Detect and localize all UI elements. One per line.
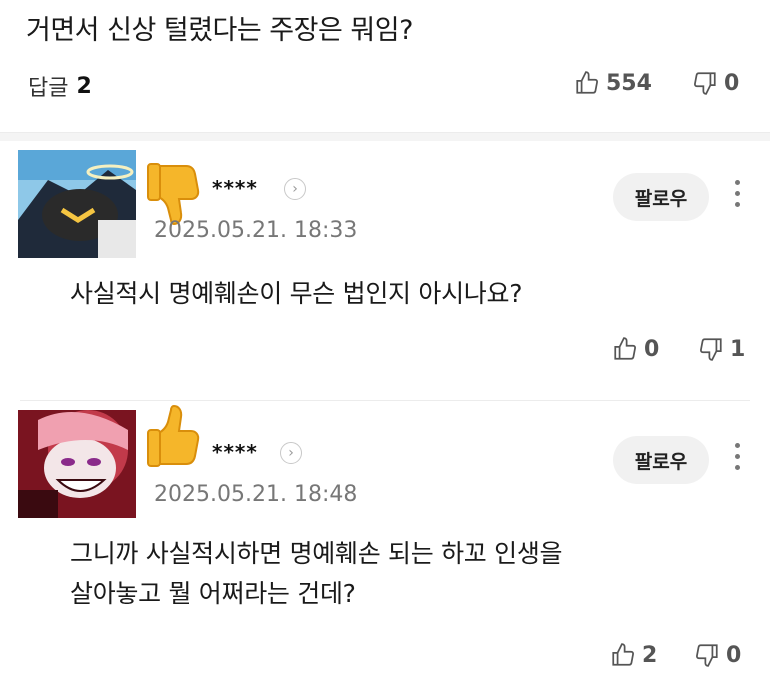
- thumbs-up-outline-icon: [576, 71, 598, 94]
- comment-text-line: 살아놓고 뭘 어쩌라는 건데?: [70, 579, 356, 608]
- reply-divider: [20, 400, 750, 401]
- username[interactable]: ****: [212, 176, 258, 200]
- follow-button[interactable]: 팔로우: [613, 436, 709, 484]
- more-options-icon[interactable]: [733, 180, 741, 207]
- comment-date: 2025.05.21. 18:48: [154, 482, 358, 507]
- reply-label: 답글: [28, 76, 69, 101]
- comment-text-line: 그니까 사실적시하면 명예훼손 되는 하꼬 인생을: [70, 539, 563, 568]
- thumbs-down-outline-icon: [694, 72, 716, 95]
- thumbs-down-outline-icon: [696, 644, 718, 667]
- like-button[interactable]: 2: [610, 642, 657, 668]
- dislike-button[interactable]: 0: [694, 642, 741, 668]
- thumbs-up-outline-icon: [612, 643, 634, 666]
- comment-text: 그니까 사실적시하면 명예훼손 되는 하꼬 인생을 살아놓고 뭘 어쩌라는 건데…: [70, 534, 563, 614]
- thumbs-down-outline-icon: [700, 338, 722, 361]
- thumbs-up-outline-icon: [614, 337, 636, 360]
- like-button[interactable]: 0: [612, 336, 659, 362]
- more-options-icon[interactable]: [733, 443, 741, 470]
- top-comment-text: 거면서 신상 털렸다는 주장은 뭐임?: [26, 15, 413, 46]
- reply-count: 2: [76, 73, 92, 99]
- avatar[interactable]: [18, 410, 136, 518]
- thumbs-up-emoji: [146, 404, 204, 472]
- comment-date: 2025.05.21. 18:33: [154, 218, 358, 243]
- reply-toggle[interactable]: 답글 2: [28, 70, 92, 102]
- like-count: 554: [606, 70, 652, 96]
- follow-button[interactable]: 팔로우: [613, 173, 709, 221]
- dislike-button[interactable]: 1: [698, 336, 745, 362]
- dislike-count: 0: [724, 70, 740, 96]
- avatar[interactable]: [18, 150, 136, 258]
- username[interactable]: ****: [212, 440, 258, 464]
- comment-text: 사실적시 명예훼손이 무슨 법인지 아시나요?: [70, 279, 523, 308]
- chevron-right-icon[interactable]: ›: [284, 178, 306, 200]
- like-button[interactable]: 554: [574, 70, 652, 96]
- dislike-button[interactable]: 0: [692, 70, 739, 96]
- section-divider: [0, 132, 770, 141]
- dislike-count: 0: [726, 642, 742, 668]
- like-count: 2: [642, 642, 658, 668]
- like-count: 0: [644, 336, 660, 362]
- dislike-count: 1: [730, 336, 746, 362]
- chevron-right-icon[interactable]: ›: [280, 442, 302, 464]
